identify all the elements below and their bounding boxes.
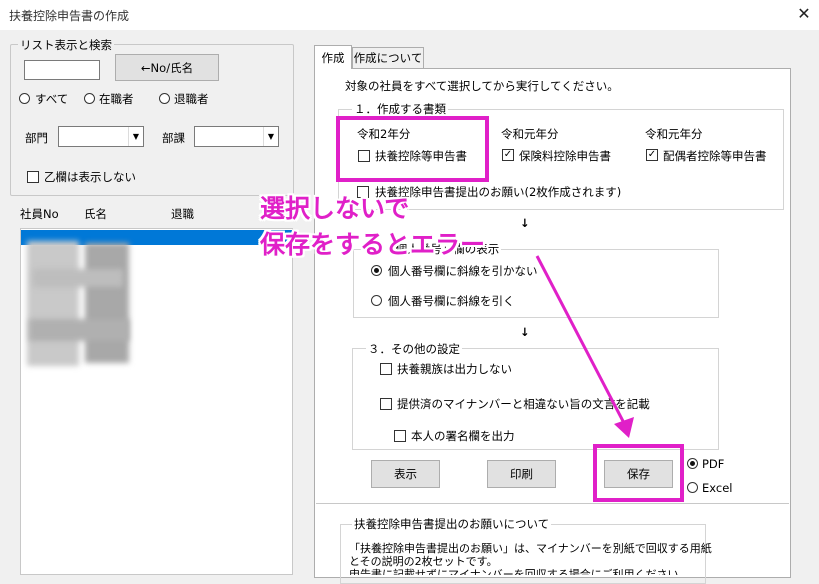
annotation-line-1: 選択しないで: [260, 194, 410, 223]
annotation-arrow: [535, 255, 634, 438]
annotation-arrow-line: [535, 255, 627, 426]
tab-create[interactable]: 作成: [314, 45, 352, 69]
annotation-line-2: 保存をするとエラー: [260, 230, 486, 259]
